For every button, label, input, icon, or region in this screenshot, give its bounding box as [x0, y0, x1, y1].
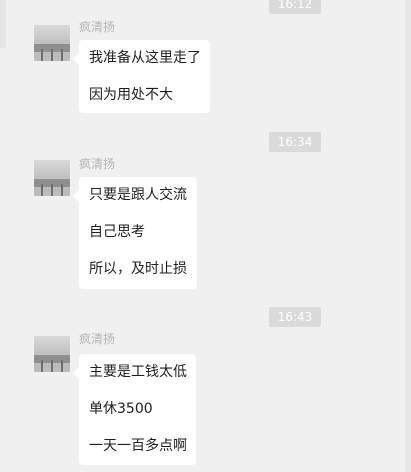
message-bubble[interactable]: 我准备从这里走了 因为用处不大: [73, 40, 210, 113]
avatar-sky: [34, 160, 70, 179]
avatar-post: [51, 184, 53, 196]
timestamp-1634: 16:34: [269, 132, 321, 152]
message-line: 因为用处不大: [89, 87, 173, 103]
timestamp-1612: 16:12: [269, 0, 321, 14]
avatar[interactable]: [34, 336, 70, 372]
sender-name: 疯清扬: [79, 157, 116, 171]
sender-name: 疯清扬: [79, 332, 116, 346]
message-bubble[interactable]: 只要是跟人交流 自己思考 所以，及时止损: [73, 177, 197, 289]
message-line: 所以，及时止损: [89, 261, 187, 277]
avatar[interactable]: [34, 25, 70, 61]
message-line: 只要是跟人交流: [89, 187, 187, 203]
avatar-post: [41, 49, 43, 61]
avatar-post: [61, 184, 63, 196]
avatar-post: [51, 49, 53, 61]
message-line: 单休3500: [89, 401, 153, 417]
left-strip: [0, 0, 6, 48]
message-line: 一天一百多点啊: [89, 438, 187, 454]
message-line: 主要是工钱太低: [89, 364, 187, 380]
timestamp-1643: 16:43: [269, 307, 321, 327]
avatar-post: [51, 360, 53, 372]
avatar-post: [61, 49, 63, 61]
message-line: 我准备从这里走了: [89, 50, 201, 66]
avatar-post: [41, 360, 43, 372]
avatar-post: [61, 360, 63, 372]
avatar[interactable]: [34, 160, 70, 196]
avatar-sky: [34, 25, 70, 44]
message-bubble[interactable]: 主要是工钱太低 单休3500 一天一百多点啊: [73, 354, 196, 465]
avatar-sky: [34, 336, 70, 355]
scrollbar[interactable]: [405, 0, 411, 472]
sender-name: 疯清扬: [79, 20, 116, 34]
avatar-post: [41, 184, 43, 196]
message-line: 自己思考: [89, 224, 145, 240]
